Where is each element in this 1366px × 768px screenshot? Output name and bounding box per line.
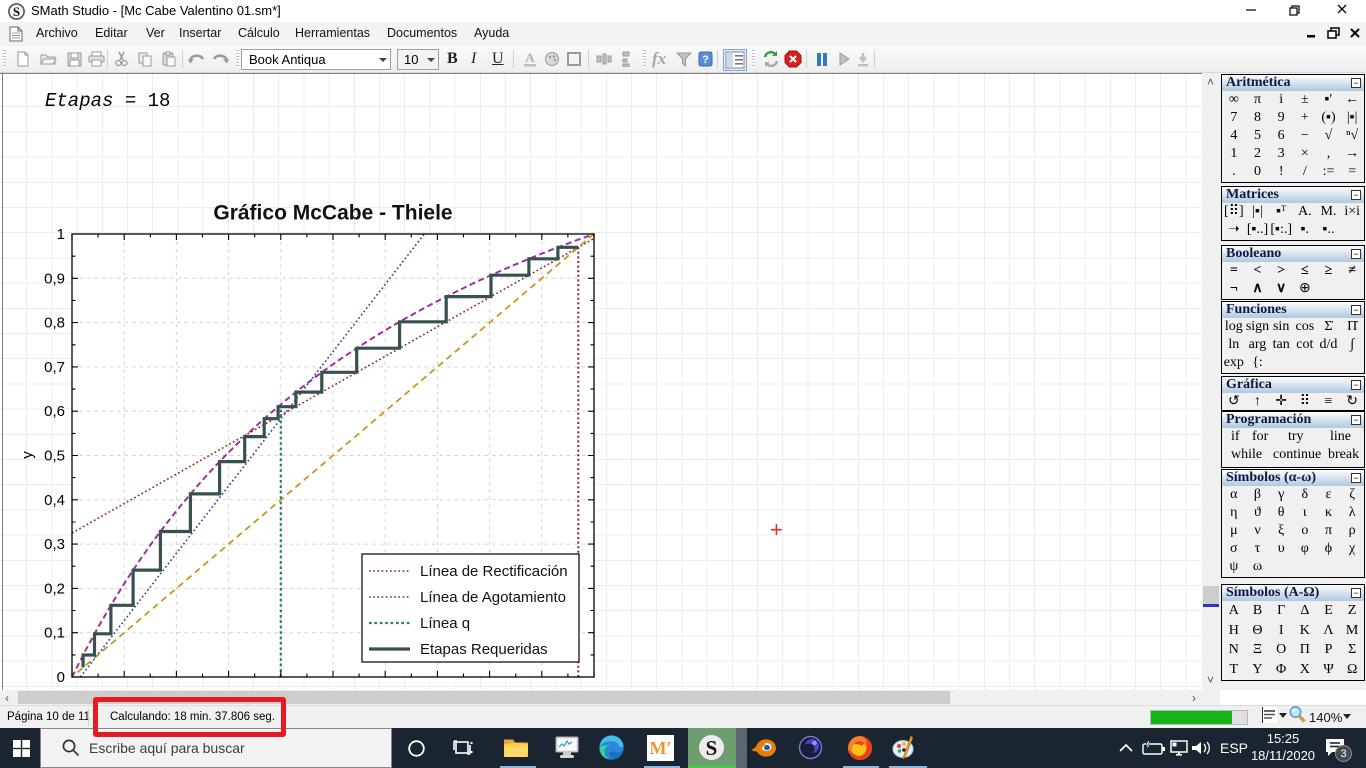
svg-text:0,3: 0,3: [44, 536, 65, 553]
svg-text:y: y: [19, 451, 36, 459]
svg-text:1: 1: [57, 226, 65, 243]
svg-text:A: A: [525, 51, 535, 65]
svg-text:0,1: 0,1: [44, 625, 65, 642]
svg-text:Línea q: Línea q: [420, 615, 470, 632]
svg-text:Línea de Agotamiento: Línea de Agotamiento: [420, 589, 566, 606]
svg-text:0,5: 0,5: [44, 448, 65, 465]
svg-text:0,7: 0,7: [44, 359, 65, 376]
svg-text:0,4: 0,4: [44, 492, 65, 509]
svg-text:0,6: 0,6: [44, 403, 65, 420]
svg-text:0,2: 0,2: [44, 580, 65, 597]
svg-text:Gráfico McCabe - Thiele: Gráfico McCabe - Thiele: [213, 202, 452, 225]
svg-text:Línea de Rectificación: Línea de Rectificación: [420, 563, 568, 580]
svg-text:S: S: [13, 4, 20, 19]
svg-text:?: ?: [702, 54, 709, 66]
svg-text:S: S: [706, 736, 718, 760]
svg-text:0,8: 0,8: [44, 315, 65, 332]
svg-text:0,9: 0,9: [44, 270, 65, 287]
svg-text:Etapas Requeridas: Etapas Requeridas: [420, 641, 548, 658]
svg-text:0: 0: [57, 669, 65, 686]
